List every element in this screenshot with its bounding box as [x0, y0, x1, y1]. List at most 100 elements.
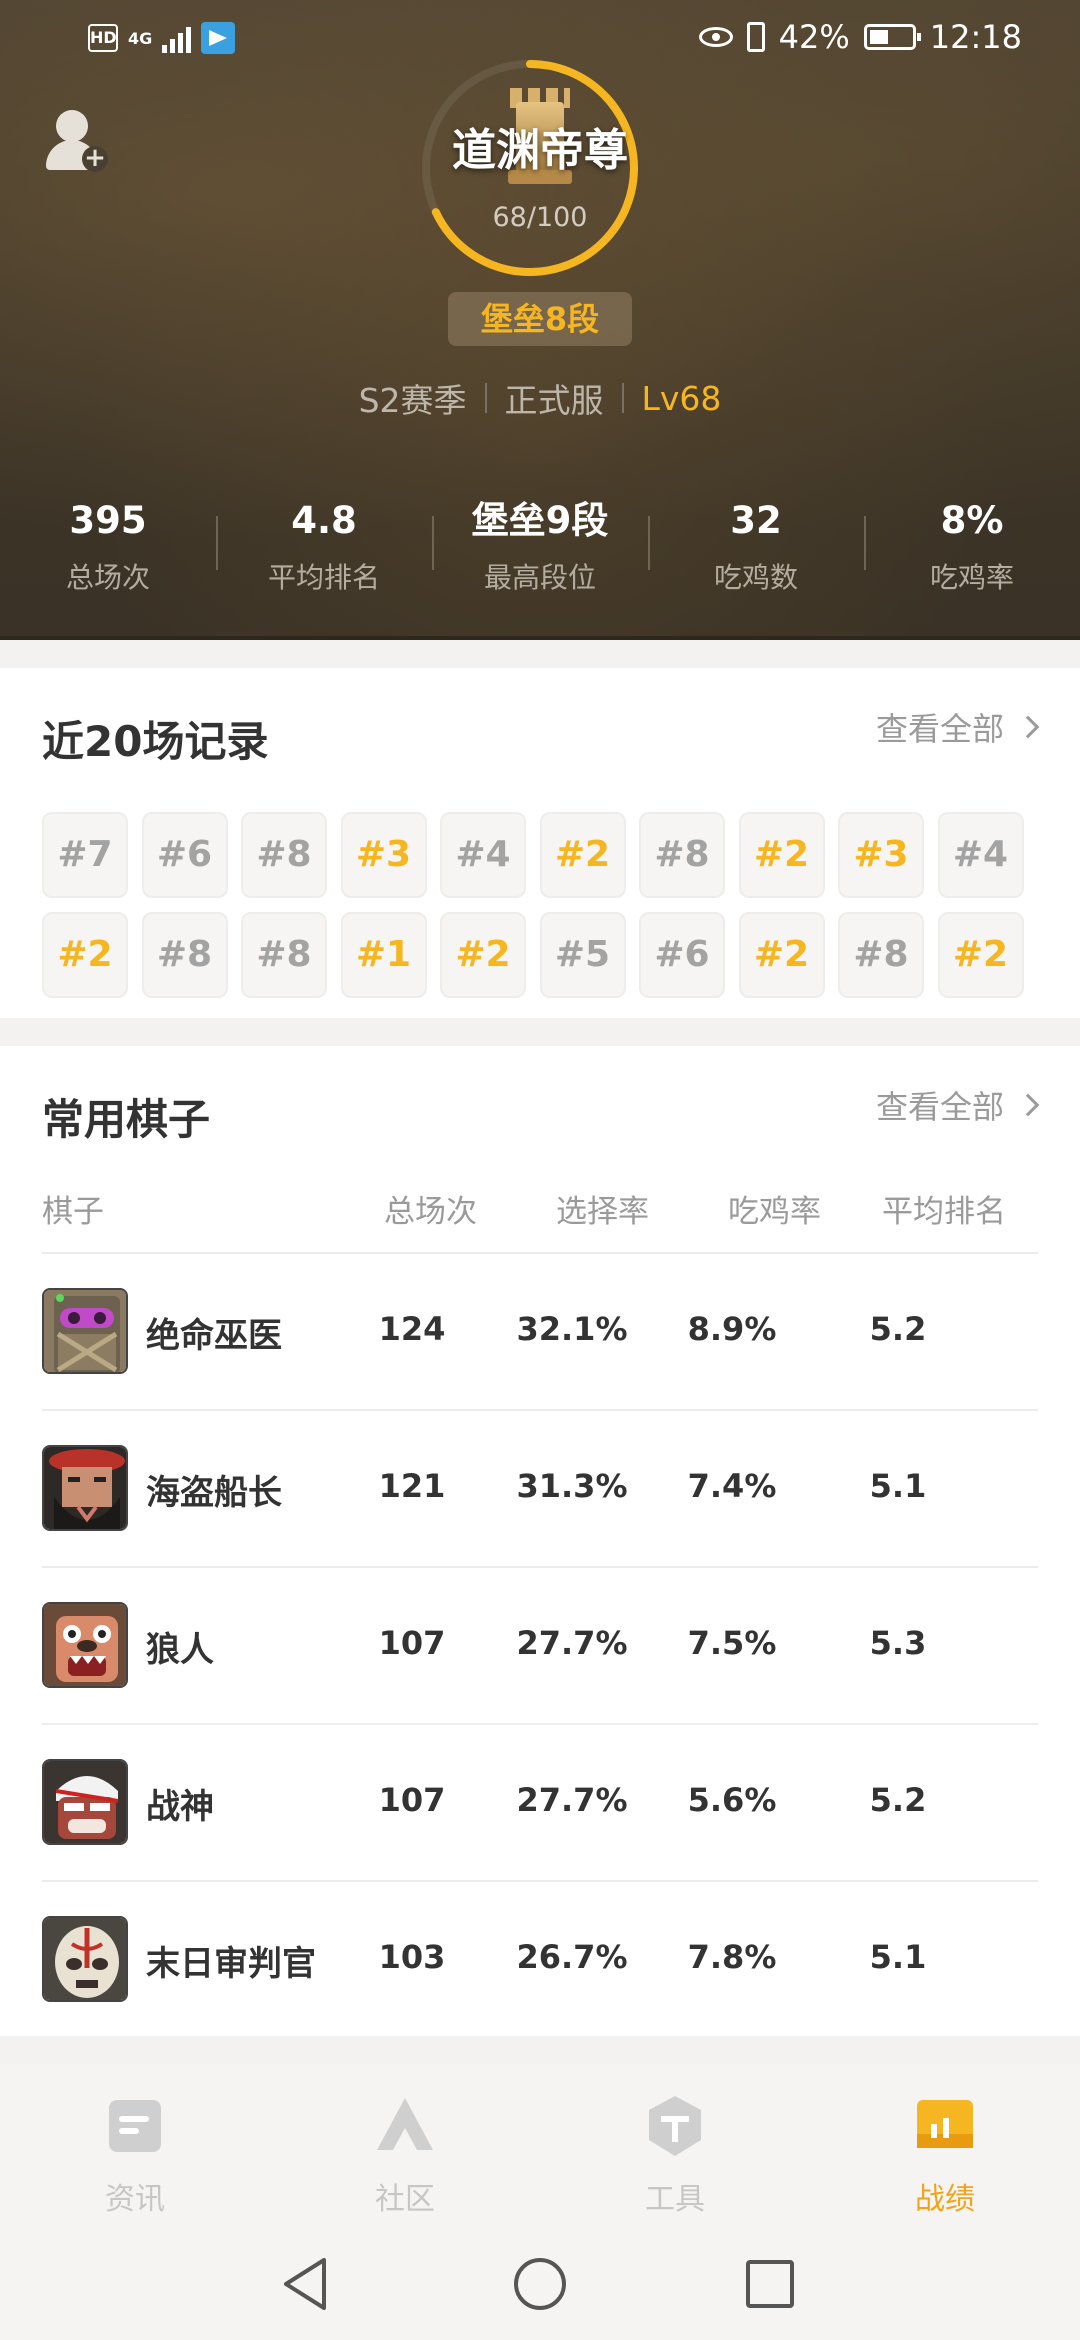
table-row[interactable]: 绝命巫医 124 32.1% 8.9% 5.2 — [42, 1252, 1038, 1409]
piece-games: 121 — [378, 1467, 446, 1505]
tab-label: 社区 — [375, 2182, 435, 2217]
summary-stats: 395 总场次 4.8 平均排名 堡垒9段 最高段位 32 吃鸡数 8% 吃鸡率 — [0, 496, 1080, 606]
piece-games: 107 — [378, 1781, 446, 1819]
hd-icon: HD — [88, 24, 118, 52]
match-result-cell[interactable]: #2 — [440, 912, 526, 998]
piece-name: 战神 — [146, 1787, 214, 1827]
stat-label: 总场次 — [65, 561, 150, 594]
rank-progress-text: 68/100 — [492, 202, 588, 233]
match-result-cell[interactable]: #3 — [838, 812, 924, 898]
stat-value: 堡垒9段 — [471, 499, 609, 542]
recent-matches-card: 近20场记录 查看全部 #7 #6 #8 #3 #4 #2 #8 #2 #3 #4 #2 #8 #8 #1… — [0, 668, 1080, 1018]
recent-view-all[interactable]: 查看全部 — [876, 704, 1040, 750]
add-friend-icon[interactable]: + — [46, 110, 108, 176]
match-result-cell[interactable]: #1 — [340, 912, 427, 998]
piece-name: 海盗船长 — [146, 1473, 282, 1513]
tab-record[interactable]: 战绩 — [810, 2064, 1080, 2220]
network-label: 4G — [128, 28, 153, 48]
piece-pick-rate: 27.7% — [516, 1624, 628, 1662]
match-result-cell[interactable]: #7 — [42, 812, 128, 898]
match-result-cell[interactable]: #2 — [738, 912, 825, 998]
doom-arbiter-avatar — [42, 1916, 128, 2002]
header-avg-rank: 平均排名 — [882, 1194, 1006, 1230]
bottom-tab-bar: 资讯 社区 工具 战绩 — [0, 2064, 1080, 2220]
pieces-view-all[interactable]: 查看全部 — [876, 1082, 1040, 1128]
tab-label: 资讯 — [105, 2182, 165, 2217]
vibrate-icon — [746, 22, 765, 52]
piece-avg-rank: 5.1 — [869, 1938, 927, 1976]
piece-name: 绝命巫医 — [146, 1316, 282, 1356]
match-result-cell[interactable]: #8 — [639, 812, 725, 898]
stat-total-games: 395 总场次 — [0, 496, 216, 606]
pieces-table-header: 棋子 总场次 选择率 吃鸡率 平均排名 — [42, 1186, 1038, 1236]
match-result-cell[interactable]: #6 — [639, 912, 725, 998]
match-result-cell[interactable]: #8 — [838, 912, 924, 998]
table-row[interactable]: 战神 107 27.7% 5.6% 5.2 — [42, 1723, 1038, 1880]
match-result-cell[interactable]: #2 — [937, 912, 1024, 998]
match-result-cell[interactable]: #3 — [340, 812, 427, 898]
player-name: 道渊帝尊 — [452, 125, 628, 176]
witch-doctor-avatar — [42, 1288, 128, 1374]
table-row[interactable]: 末日审判官 103 26.7% 7.8% 5.1 — [42, 1880, 1038, 2037]
match-result-cell[interactable]: #2 — [42, 912, 128, 998]
common-pieces-card: 常用棋子 查看全部 棋子 总场次 选择率 吃鸡率 平均排名 绝命巫医 124 3… — [0, 1046, 1080, 2036]
piece-avg-rank: 5.2 — [869, 1781, 927, 1819]
stat-value: 32 — [730, 499, 782, 542]
piece-avg-rank: 5.2 — [869, 1310, 927, 1348]
table-row[interactable]: 海盗船长 121 31.3% 7.4% 5.1 — [42, 1409, 1038, 1566]
werewolf-avatar — [42, 1602, 128, 1688]
piece-win-rate: 8.9% — [687, 1310, 777, 1348]
stat-label: 最高段位 — [483, 561, 596, 594]
tab-news[interactable]: 资讯 — [0, 2064, 270, 2220]
match-result-cell[interactable]: #5 — [539, 912, 626, 998]
match-result-cell[interactable]: #6 — [141, 812, 228, 898]
match-result-cell[interactable]: #2 — [539, 812, 626, 898]
battery-percent: 42% — [778, 18, 850, 56]
stat-label: 吃鸡率 — [929, 561, 1014, 594]
piece-games: 107 — [378, 1624, 446, 1662]
eye-comfort-icon — [698, 27, 733, 47]
piece-games: 124 — [378, 1310, 446, 1348]
tab-community[interactable]: 社区 — [270, 2064, 540, 2220]
match-result-cell[interactable]: #4 — [440, 812, 526, 898]
piece-win-rate: 7.4% — [687, 1467, 777, 1505]
header-pick-rate: 选择率 — [556, 1194, 649, 1230]
piece-pick-rate: 31.3% — [516, 1467, 628, 1505]
match-result-cell[interactable]: #2 — [738, 812, 825, 898]
table-row[interactable]: 狼人 107 27.7% 7.5% 5.3 — [42, 1566, 1038, 1723]
match-result-cell[interactable]: #8 — [241, 912, 327, 998]
match-result-cell[interactable]: #8 — [241, 812, 327, 898]
recents-icon[interactable] — [744, 2256, 796, 2312]
profile-header: HD 4G 42% 12:18 + 道渊帝尊 68/100 堡垒8段 S2赛季 … — [0, 0, 1080, 640]
stat-value: 395 — [69, 499, 147, 542]
back-icon[interactable] — [280, 2256, 332, 2312]
match-result-cell[interactable]: #4 — [937, 812, 1024, 898]
recent-results-grid: #7 #6 #8 #3 #4 #2 #8 #2 #3 #4 #2 #8 #8 #1 #2 #5 #6 #2 #8 #2 — [42, 812, 1042, 998]
piece-win-rate: 7.5% — [687, 1624, 777, 1662]
system-navigation-bar — [0, 2220, 1080, 2340]
pieces-title: 常用棋子 — [42, 1095, 211, 1144]
app-notification-icon — [201, 22, 236, 54]
tab-label: 工具 — [645, 2182, 705, 2217]
news-icon — [109, 2100, 161, 2152]
level-label: Lv68 — [641, 378, 722, 418]
piece-win-rate: 7.8% — [687, 1938, 777, 1976]
piece-name: 末日审判官 — [146, 1944, 316, 1984]
piece-pick-rate: 27.7% — [516, 1781, 628, 1819]
battery-icon — [863, 24, 921, 50]
record-icon — [917, 2100, 973, 2148]
pieces-table: 绝命巫医 124 32.1% 8.9% 5.2 海盗船长 121 31.3% 7… — [42, 1252, 1038, 2037]
profile-meta: S2赛季 正式服 Lv68 — [0, 374, 1080, 422]
chevron-right-icon — [1016, 715, 1040, 739]
piece-name: 狼人 — [146, 1630, 214, 1670]
piece-pick-rate: 32.1% — [516, 1310, 628, 1348]
match-result-cell[interactable]: #8 — [141, 912, 228, 998]
signal-icon — [162, 23, 192, 53]
piece-games: 103 — [378, 1938, 446, 1976]
tab-tools[interactable]: 工具 — [540, 2064, 810, 2220]
server-label: 正式服 — [504, 381, 604, 420]
chevron-right-icon — [1016, 1093, 1040, 1117]
home-icon[interactable] — [512, 2256, 568, 2312]
piece-avg-rank: 5.3 — [869, 1624, 927, 1662]
header-win-rate: 吃鸡率 — [728, 1194, 821, 1230]
